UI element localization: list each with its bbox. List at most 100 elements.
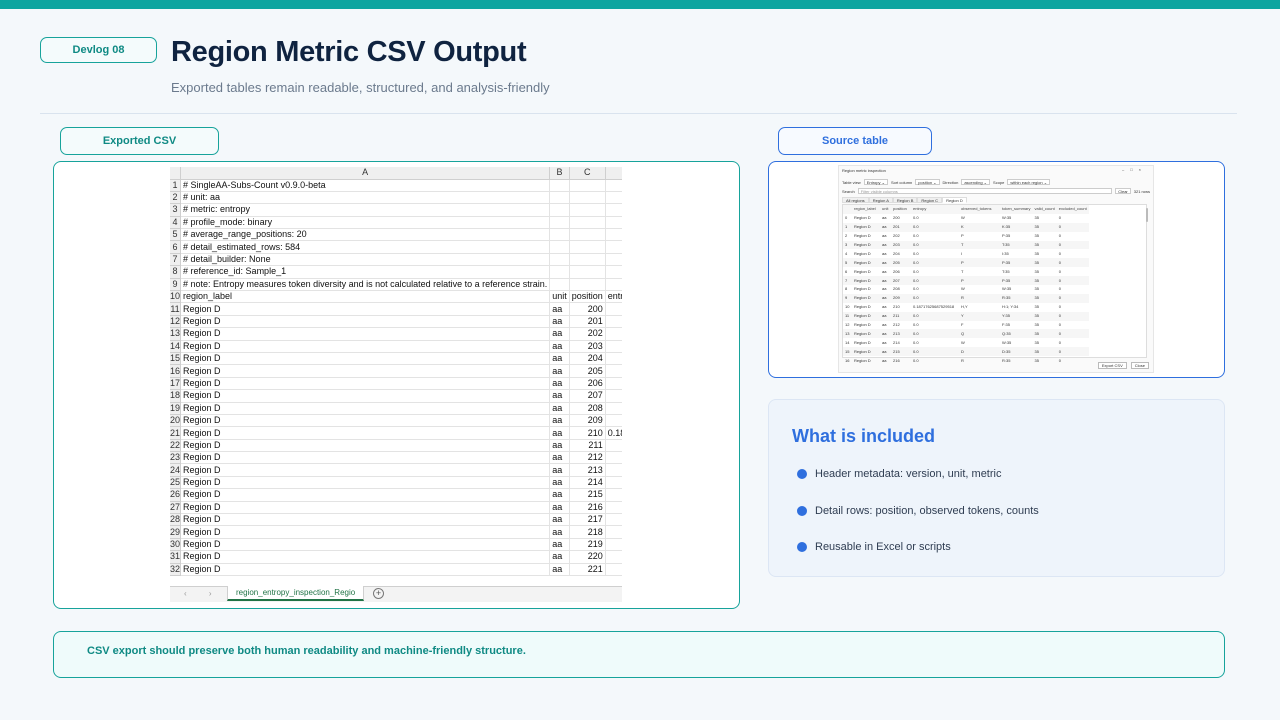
close-icon[interactable]: × [1139, 167, 1147, 172]
source-row[interactable]: 12 Region D aa 212 0.0 F F:35 35 0 [843, 321, 1089, 330]
sheet-cell[interactable]: 0.187176 [605, 426, 622, 440]
source-row[interactable]: 16 Region D aa 216 0.0 R R:35 35 0 [843, 356, 1089, 365]
row-number[interactable]: 9 [170, 278, 181, 292]
sheet-cell[interactable]: Region D [180, 389, 551, 403]
sheet-cell[interactable]: Region D [180, 414, 551, 428]
region-tab[interactable]: Region C [917, 197, 943, 203]
sheet-cell[interactable]: aa [549, 364, 570, 378]
sheet-cell[interactable]: 0 [605, 563, 622, 577]
sheet-cell[interactable] [549, 179, 570, 192]
sheet-cell[interactable]: 205 [569, 364, 606, 378]
source-column-header[interactable]: excluded_count [1056, 205, 1089, 214]
sheet-cell[interactable]: 215 [569, 488, 606, 502]
sheet-cell[interactable] [569, 240, 606, 254]
add-sheet-icon[interactable]: + [373, 588, 384, 599]
sheet-cell[interactable]: 210 [569, 426, 606, 440]
sheet-cell[interactable] [549, 191, 570, 205]
sheet-cell[interactable]: # average_range_positions: 20 [180, 228, 551, 242]
source-column-header[interactable]: observed_tokens [959, 205, 1000, 214]
sheet-cell[interactable] [605, 203, 622, 217]
row-number[interactable]: 27 [170, 501, 181, 515]
sheet-cell[interactable]: unit [549, 290, 570, 304]
minimize-icon[interactable]: – [1122, 167, 1130, 172]
sheet-cell[interactable] [569, 179, 606, 192]
sheet-cell[interactable]: aa [549, 327, 570, 341]
sheet-cell[interactable]: Region D [180, 439, 551, 453]
sheet-cell[interactable]: aa [549, 563, 570, 577]
row-number[interactable]: 15 [170, 352, 181, 366]
sheet-cell[interactable]: aa [549, 414, 570, 428]
sheet-cell[interactable]: Region D [180, 563, 551, 577]
sheet-cell[interactable]: 0 [605, 550, 622, 564]
toolbar-dropdown[interactable]: position ⌄ [915, 179, 940, 185]
sheet-cell[interactable]: aa [549, 451, 570, 465]
source-row[interactable]: 14 Region D aa 214 0.0 W W:35 35 0 [843, 338, 1089, 347]
sheet-cell[interactable]: aa [549, 525, 570, 539]
sheet-cell[interactable] [605, 240, 622, 254]
sheet-cell[interactable] [569, 191, 606, 205]
source-row[interactable]: 13 Region Daa 213 0.0 Q Q:35 35 0 [843, 329, 1089, 339]
row-number[interactable]: 32 [170, 563, 181, 577]
sheet-cell[interactable]: # unit: aa [180, 191, 551, 205]
row-number[interactable]: 21 [170, 426, 181, 440]
sheet-cell[interactable]: 0 [605, 451, 622, 465]
sheet-cell[interactable]: 0 [605, 340, 622, 353]
sheet-cell[interactable]: 216 [569, 501, 606, 515]
source-row[interactable]: 6 Region D aa 206 0.0 T T:35 35 0 [843, 267, 1089, 276]
sheet-cell[interactable]: Region D [180, 501, 551, 515]
sheet-cell[interactable]: 0 [605, 327, 622, 341]
sheet-cell[interactable]: position [569, 290, 606, 304]
source-column-header[interactable]: unit [880, 205, 891, 214]
sheet-cell[interactable]: Region D [180, 525, 551, 539]
sheet-cell[interactable]: 204 [569, 352, 606, 366]
sheet-cell[interactable]: 213 [569, 463, 606, 477]
source-column-header[interactable]: entropy [911, 205, 959, 214]
row-number[interactable]: 17 [170, 377, 181, 391]
sheet-cell[interactable] [549, 216, 570, 230]
sheet-cell[interactable]: 200 [569, 302, 606, 316]
sheet-cell[interactable]: entropy [605, 290, 622, 304]
toolbar-dropdown[interactable]: ascending ⌄ [961, 179, 991, 185]
source-row[interactable]: 7 Region Daa 207 0.0 P P:35 35 0 [843, 276, 1089, 286]
close-button[interactable]: Close [1130, 362, 1149, 369]
row-number[interactable]: 1 [170, 179, 181, 192]
row-number[interactable]: 28 [170, 513, 181, 527]
sheet-cell[interactable]: Region D [180, 451, 551, 465]
source-row[interactable]: 5 Region Daa 205 0.0 P P:35 35 0 [843, 258, 1089, 268]
row-number[interactable]: 20 [170, 414, 181, 428]
sheet-cell[interactable]: # SingleAA-Subs-Count v0.9.0-beta [180, 179, 551, 192]
source-row[interactable]: 3 Region Daa 203 0.0 T T:35 35 0 [843, 240, 1089, 250]
sheet-cell[interactable]: Region D [180, 550, 551, 564]
row-number[interactable]: 19 [170, 402, 181, 415]
source-row[interactable]: 8 Region D aa 208 0.0 W W:35 35 0 [843, 285, 1089, 294]
column-header[interactable]: C [569, 167, 606, 180]
sheet-cell[interactable]: aa [549, 538, 570, 552]
source-row[interactable]: 15 Region Daa 215 0.0 D D:35 35 0 [843, 347, 1089, 357]
select-all-corner[interactable] [170, 167, 181, 180]
sheet-cell[interactable]: 209 [569, 414, 606, 428]
sheet-cell[interactable]: 0 [605, 377, 622, 391]
sheet-cell[interactable]: 0 [605, 389, 622, 403]
sheet-cell[interactable]: region_label [180, 290, 551, 304]
sheet-cell[interactable]: aa [549, 389, 570, 403]
sheet-cell[interactable]: aa [549, 550, 570, 564]
sheet-cell[interactable]: Region D [180, 488, 551, 502]
sheet-cell[interactable]: # metric: entropy [180, 203, 551, 217]
sheet-tab[interactable]: region_entropy_inspection_Regio [227, 586, 365, 601]
sheet-cell[interactable] [549, 228, 570, 242]
sheet-cell[interactable] [605, 228, 622, 242]
source-row[interactable]: 0 Region D aa 200 0.0 W W:35 35 0 [843, 214, 1089, 223]
sheet-cell[interactable] [569, 265, 606, 279]
sheet-cell[interactable]: 0 [605, 463, 622, 477]
sheet-cell[interactable]: # detail_builder: None [180, 253, 551, 267]
sheet-cell[interactable] [605, 191, 622, 205]
source-row[interactable]: 2 Region D aa 202 0.0 P P:35 35 0 [843, 232, 1089, 241]
sheet-cell[interactable] [605, 278, 622, 292]
row-number[interactable]: 11 [170, 302, 181, 316]
sheet-cell[interactable]: Region D [180, 352, 551, 366]
sheet-cell[interactable]: 0 [605, 538, 622, 552]
sheet-cell[interactable]: 0 [605, 525, 622, 539]
sheet-cell[interactable]: 0 [605, 364, 622, 378]
sheet-cell[interactable]: # profile_mode: binary [180, 216, 551, 230]
region-tab[interactable]: Region D [942, 197, 967, 203]
